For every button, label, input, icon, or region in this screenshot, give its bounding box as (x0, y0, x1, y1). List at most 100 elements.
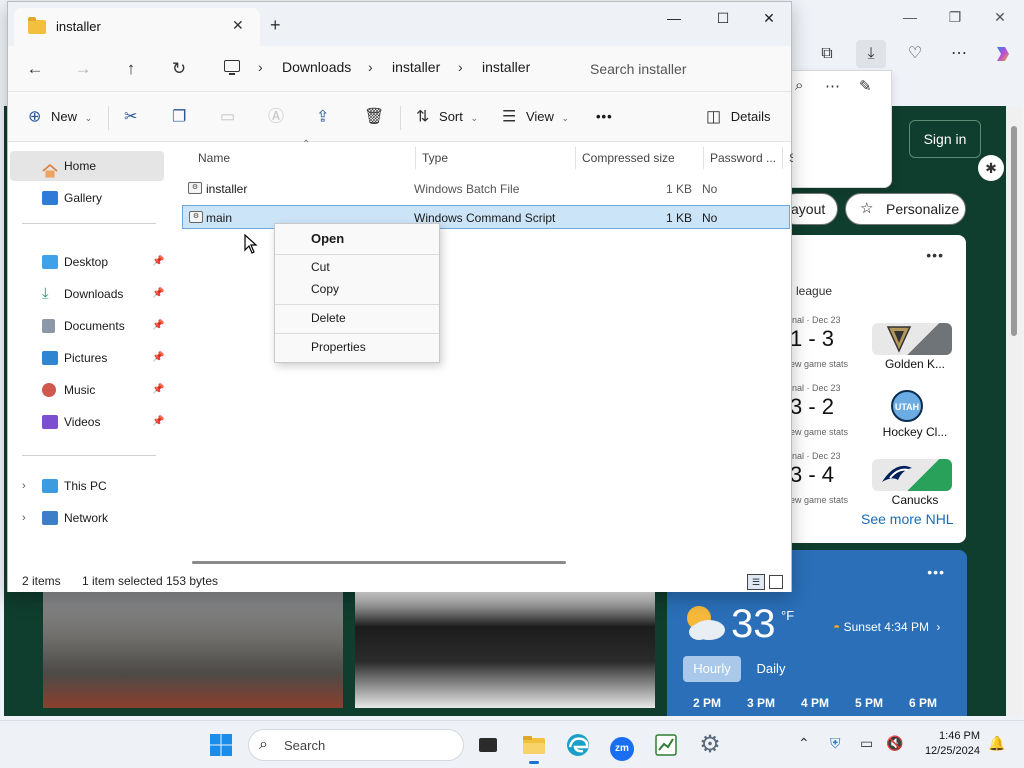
search-box[interactable] (578, 52, 783, 86)
weather-more-button[interactable]: ••• (927, 564, 945, 580)
pin-icon[interactable]: 📌 (152, 375, 164, 405)
security-shield-icon[interactable]: ⛨ (830, 735, 841, 752)
taskbar-settings[interactable]: ⚙ (694, 729, 726, 761)
search-icon[interactable]: ⌕ (795, 77, 803, 94)
sort-button[interactable]: ⇅ Sort ⌄ (416, 105, 478, 129)
new-tab-button[interactable]: + (270, 15, 281, 36)
sunset-time[interactable]: ◓ Sunset 4:34 PM › (833, 620, 940, 634)
pin-icon[interactable]: 📌 (152, 343, 164, 373)
address-bar[interactable]: › Downloads › installer › installer (216, 52, 572, 86)
breadcrumb-item[interactable]: Downloads (282, 59, 351, 75)
more-options-icon[interactable]: ⋯ (825, 77, 840, 95)
copilot-icon[interactable] (988, 40, 1018, 68)
column-header-password[interactable]: Password ... (710, 145, 776, 171)
chevron-right-icon[interactable]: › (458, 59, 463, 75)
game-stats-link[interactable]: ew game stats (790, 495, 848, 505)
view-button[interactable]: ☰ View ⌄ (502, 105, 569, 129)
close-button[interactable]: ✕ (754, 7, 784, 29)
performance-icon[interactable]: ♡ (900, 40, 930, 68)
chevron-right-icon[interactable]: › (22, 471, 26, 501)
breadcrumb-item[interactable]: installer (392, 59, 440, 75)
edge-minimize-button[interactable]: — (898, 6, 922, 28)
breadcrumb-item[interactable]: installer (482, 59, 530, 75)
cut-button[interactable]: ✂ (124, 105, 137, 129)
maximize-button[interactable]: ☐ (708, 7, 738, 29)
edge-restore-button[interactable]: ❐ (943, 6, 967, 28)
volume-muted-icon[interactable]: 🔇 (886, 735, 903, 752)
table-row[interactable]: ⚙ installer Windows Batch File 1 KB No (182, 177, 790, 201)
sidebar-item-network[interactable]: › Network (10, 503, 164, 533)
search-input[interactable] (578, 52, 783, 86)
sign-in-button[interactable]: Sign in (909, 120, 981, 158)
chevron-up-icon[interactable]: ⌃ (798, 735, 810, 752)
new-button[interactable]: ⊕ New ⌄ (28, 105, 92, 129)
taskbar-zoom[interactable]: zm (606, 729, 638, 761)
close-tab-icon[interactable]: ✕ (232, 17, 244, 34)
column-header-size[interactable]: Si (789, 145, 793, 171)
column-header-type[interactable]: Type (422, 145, 448, 171)
taskbar-search[interactable]: ⌕ Search (248, 729, 464, 761)
news-photo[interactable] (355, 592, 655, 708)
context-menu-properties[interactable]: Properties (275, 336, 439, 358)
taskbar-edge[interactable] (562, 729, 594, 761)
up-button[interactable]: ↑ (118, 56, 144, 82)
column-header-name[interactable]: Name (198, 145, 230, 171)
daily-tab[interactable]: Daily (747, 656, 795, 682)
see-more-button[interactable]: ••• (596, 105, 613, 129)
horizontal-scrollbar[interactable] (192, 561, 566, 564)
sidebar-item-home[interactable]: Home (10, 151, 164, 181)
downloads-icon[interactable]: ⤓ (856, 40, 886, 68)
sidebar-item-documents[interactable]: Documents 📌 (10, 311, 164, 341)
collections-icon[interactable]: ⧉ (812, 40, 842, 68)
start-button[interactable] (205, 729, 237, 761)
sidebar-item-desktop[interactable]: Desktop 📌 (10, 247, 164, 277)
news-photo[interactable] (43, 592, 343, 708)
system-clock[interactable]: 1:46 PM 12/25/2024 (920, 729, 980, 759)
card-more-button[interactable]: ••• (926, 247, 944, 263)
details-button[interactable]: ◫ Details (706, 105, 771, 129)
context-menu-delete[interactable]: Delete (275, 307, 439, 329)
pin-icon[interactable]: 📌 (152, 279, 164, 309)
notification-bell-icon[interactable]: 🔔 (988, 735, 1005, 752)
network-status-icon[interactable]: ▭ (860, 735, 873, 752)
context-menu-cut[interactable]: Cut (275, 256, 439, 278)
share-button[interactable]: ⇪ (316, 105, 329, 129)
chevron-right-icon[interactable]: › (22, 503, 26, 533)
game-item[interactable]: inal · Dec 23 3 - 2 ew game stats UTAH H… (790, 383, 966, 449)
context-menu-copy[interactable]: Copy (275, 278, 439, 300)
explorer-tab[interactable]: installer ✕ (14, 8, 260, 46)
copy-button[interactable]: ❐ (172, 105, 186, 129)
paste-button[interactable]: ▭ (220, 105, 235, 129)
edge-scrollbar[interactable] (1006, 106, 1022, 716)
game-stats-link[interactable]: ew game stats (790, 359, 848, 369)
refresh-button[interactable]: ↻ (166, 56, 192, 82)
back-button[interactable]: ← (22, 56, 48, 82)
taskbar-editor[interactable] (650, 729, 682, 761)
large-icons-view-icon[interactable] (769, 575, 783, 589)
game-stats-link[interactable]: ew game stats (790, 427, 848, 437)
sidebar-item-this-pc[interactable]: › This PC (10, 471, 164, 501)
sidebar-item-pictures[interactable]: Pictures 📌 (10, 343, 164, 373)
hourly-tab[interactable]: Hourly (683, 656, 741, 682)
taskbar-file-explorer[interactable] (518, 729, 550, 764)
sparkle-icon[interactable]: ✱ (978, 155, 1004, 181)
details-view-icon[interactable]: ☰ (747, 574, 765, 590)
game-item[interactable]: inal · Dec 23 1 - 3 ew game stats Golden… (790, 315, 966, 381)
sidebar-item-downloads[interactable]: ⤓ Downloads 📌 (10, 279, 164, 309)
personalize-button[interactable]: ☆ Personalize (845, 193, 966, 225)
minimize-button[interactable]: — (659, 7, 689, 29)
pin-icon[interactable]: ✎ (859, 77, 872, 95)
chevron-right-icon[interactable]: › (368, 59, 373, 75)
pin-icon[interactable]: 📌 (152, 311, 164, 341)
column-header-compressed-size[interactable]: Compressed size (582, 145, 675, 171)
sidebar-item-gallery[interactable]: Gallery (10, 183, 164, 213)
task-view-button[interactable] (472, 729, 504, 761)
game-item[interactable]: inal · Dec 23 3 - 4 ew game stats Canuck… (790, 451, 966, 517)
context-menu-open[interactable]: Open (275, 228, 439, 250)
chevron-right-icon[interactable]: › (258, 59, 263, 75)
pin-icon[interactable]: 📌 (152, 247, 164, 277)
more-menu-icon[interactable]: ⋯ (944, 40, 974, 68)
sidebar-item-music[interactable]: Music 📌 (10, 375, 164, 405)
edge-close-button[interactable]: ✕ (988, 6, 1012, 28)
sidebar-item-videos[interactable]: Videos 📌 (10, 407, 164, 437)
